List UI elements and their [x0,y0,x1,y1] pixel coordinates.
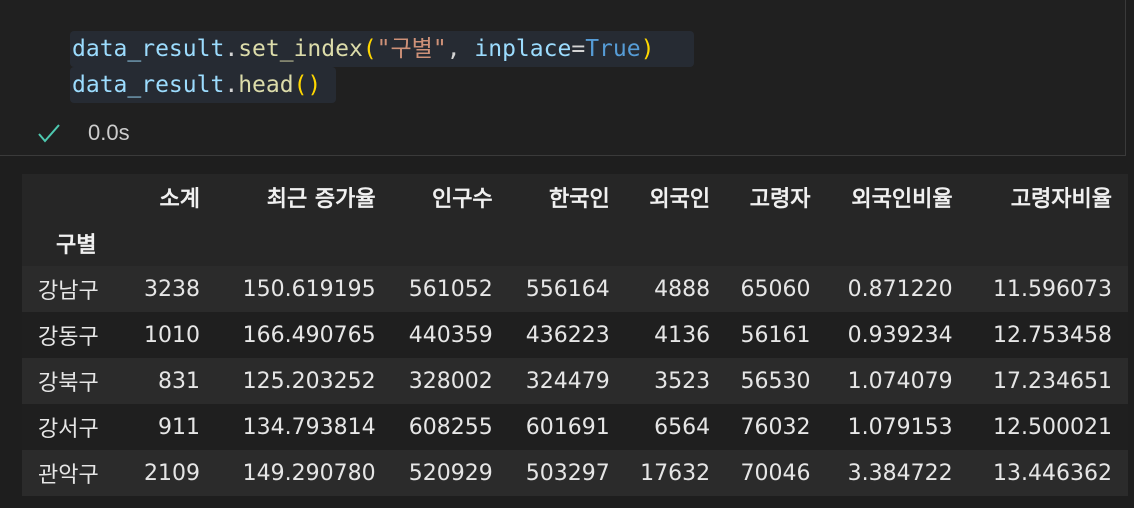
table-row: 관악구 2109 149.290780 520929 503297 17632 … [22,450,1128,496]
table-cell: 4888 [654,276,711,302]
code-token: True [585,36,641,62]
code-token: "구별" [376,36,447,62]
table-cell: 56530 [740,368,811,394]
code-line-2[interactable]: data_result.head() [70,67,336,103]
column-header: 외국인비율 [851,187,953,212]
code-token: . [224,36,239,62]
code-token: . [224,72,239,98]
code-token: ) [640,36,655,62]
table-cell: 520929 [408,460,493,486]
index-name: 구별 [55,233,97,258]
table-cell: 4136 [654,322,711,348]
column-header: 고령자 [749,187,811,212]
table-cell: 150.619195 [242,276,376,302]
table-cell: 166.490765 [242,322,376,348]
execution-time: 0.0s [88,120,130,145]
table-cell: 3.384722 [847,460,953,486]
table-cell: 608255 [408,414,493,440]
row-index: 강서구 [38,417,99,442]
code-token: , [446,36,475,62]
row-index: 강남구 [38,279,99,304]
table-cell: 6564 [654,414,711,440]
code-cell[interactable]: data_result.set_index("구별", inplace=True… [0,0,1126,156]
table-row: 강서구 911 134.793814 608255 601691 6564 76… [22,404,1128,450]
table-cell: 65060 [740,276,811,302]
column-header: 외국인 [649,187,711,212]
column-header: 소계 [159,187,201,212]
code-line-1[interactable]: data_result.set_index("구별", inplace=True… [70,31,694,67]
table-cell: 149.290780 [242,460,376,486]
column-header: 한국인 [549,187,610,212]
table-cell: 12.753458 [993,322,1112,348]
table-cell: 440359 [408,322,493,348]
table-cell: 601691 [525,414,610,440]
table-cell: 911 [158,414,201,440]
table-cell: 831 [158,368,201,394]
code-token: data_result [72,36,225,62]
table-cell: 3523 [654,368,711,394]
code-token: inplace [474,36,572,62]
execution-status: 0.0s [36,116,130,150]
table-cell: 2109 [144,460,201,486]
table-cell: 1010 [144,322,201,348]
table-cell: 125.203252 [242,368,376,394]
column-header: 고령자비율 [1010,187,1112,212]
table-cell: 13.446362 [993,460,1112,486]
dataframe-table: 소계 최근 증가율 인구수 한국인 외국인 고령자 외국인비율 고령자비율 구별… [22,174,1128,496]
code-token: = [571,36,586,62]
table-cell: 561052 [408,276,493,302]
index-name-row: 구별 [22,220,1128,266]
table-cell: 0.939234 [847,322,953,348]
table-cell: 134.793814 [242,414,376,440]
table-row: 강북구 831 125.203252 328002 324479 3523 56… [22,358,1128,404]
table-row: 강남구 3238 150.619195 561052 556164 4888 6… [22,266,1128,312]
table-cell: 12.500021 [993,414,1112,440]
table-cell: 1.079153 [847,414,953,440]
table-cell: 3238 [144,276,201,302]
code-token: set_index [238,36,363,62]
code-token: head [238,72,294,98]
row-index: 강동구 [38,325,99,350]
table-cell: 556164 [525,276,610,302]
table-cell: 0.871220 [847,276,953,302]
code-token: ( [362,36,377,62]
code-token: () [293,72,322,98]
table-cell: 70046 [740,460,811,486]
code-token: data_result [72,72,225,98]
table-cell: 56161 [740,322,811,348]
table-cell: 17.234651 [993,368,1112,394]
header-corner [22,174,130,220]
column-header-row: 소계 최근 증가율 인구수 한국인 외국인 고령자 외국인비율 고령자비율 [22,174,1128,220]
table-cell: 324479 [525,368,610,394]
table-cell: 1.074079 [847,368,953,394]
table-cell: 503297 [525,460,610,486]
check-icon [36,120,62,146]
table-cell: 76032 [740,414,811,440]
table-cell: 328002 [408,368,493,394]
table-cell: 17632 [640,460,711,486]
table-row: 강동구 1010 166.490765 440359 436223 4136 5… [22,312,1128,358]
column-header: 최근 증가율 [266,187,376,212]
row-index: 강북구 [38,371,99,396]
column-header: 인구수 [431,187,493,212]
table-cell: 11.596073 [993,276,1112,302]
row-index: 관악구 [38,463,99,488]
table-cell: 436223 [525,322,610,348]
